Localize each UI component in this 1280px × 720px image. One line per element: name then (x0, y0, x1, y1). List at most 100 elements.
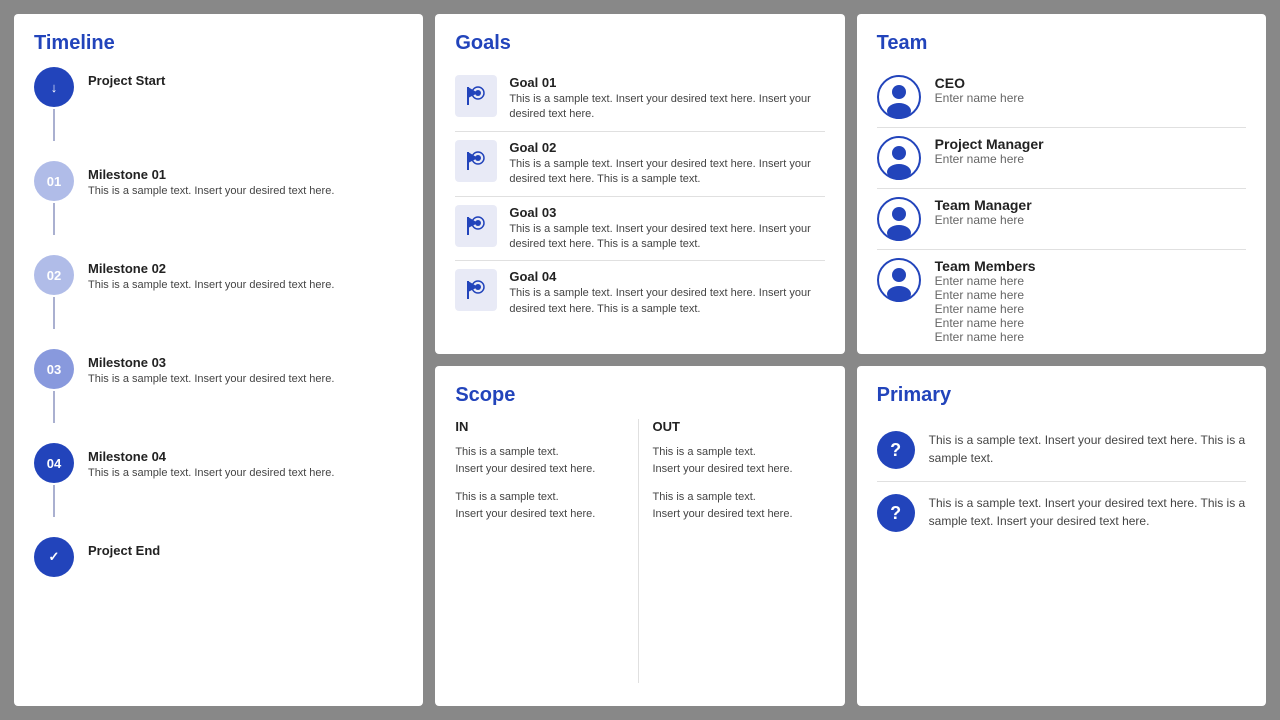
team-avatar-0 (877, 75, 921, 119)
team-info-1: Project Manager Enter name here (935, 136, 1246, 166)
timeline-milestone-desc-1: This is a sample text. Insert your desir… (88, 184, 334, 199)
timeline-connector-4: 04 (34, 443, 74, 519)
scope-in-item-0: This is a sample text.Insert your desire… (455, 444, 627, 477)
goals-title: Goals (455, 32, 824, 55)
scope-out-heading: OUT (653, 419, 825, 434)
team-avatar-3 (877, 258, 921, 302)
goal-desc-02: This is a sample text. Insert your desir… (509, 157, 824, 188)
primary-title: Primary (877, 384, 1246, 407)
team-role-1: Project Manager (935, 136, 1246, 152)
team-name: Enter name here (935, 330, 1246, 344)
primary-item-0: ? This is a sample text. Insert your des… (877, 419, 1246, 482)
timeline-item-4: 04 Milestone 04 This is a sample text. I… (34, 443, 403, 519)
goal-text-03: Goal 03 This is a sample text. Insert yo… (509, 205, 824, 253)
goals-card: Goals Goal 01 This is a sample text. Ins… (435, 14, 844, 354)
timeline-circle-0: ↓ (34, 67, 74, 107)
timeline-milestone-title-0: Project Start (88, 73, 165, 88)
goal-icon-03 (455, 205, 497, 247)
timeline-text-3: Milestone 03 This is a sample text. Inse… (88, 349, 334, 387)
scope-in-col: IN This is a sample text.Insert your des… (455, 419, 637, 683)
timeline-line-4 (53, 485, 55, 517)
scope-out-item-0: This is a sample text.Insert your desire… (653, 444, 825, 477)
timeline-connector-0: ↓ (34, 67, 74, 143)
primary-icon-0: ? (877, 431, 915, 469)
timeline-milestone-title-5: Project End (88, 543, 160, 558)
timeline-circle-1: 01 (34, 161, 74, 201)
scope-out-col: OUT This is a sample text.Insert your de… (638, 419, 825, 683)
team-info-2: Team Manager Enter name here (935, 197, 1246, 227)
scope-out-item-1: This is a sample text.Insert your desire… (653, 489, 825, 522)
timeline-milestone-desc-2: This is a sample text. Insert your desir… (88, 278, 334, 293)
primary-list: ? This is a sample text. Insert your des… (877, 419, 1246, 544)
team-names-3: Enter name hereEnter name hereEnter name… (935, 274, 1246, 344)
timeline-item-5: ✓ Project End (34, 537, 403, 577)
scope-in-item-1: This is a sample text.Insert your desire… (455, 489, 627, 522)
timeline-card: Timeline ↓ Project Start 01 Milestone 01… (14, 14, 423, 706)
timeline-title: Timeline (34, 32, 403, 55)
goal-icon-02 (455, 140, 497, 182)
timeline-connector-3: 03 (34, 349, 74, 425)
team-name: Enter name here (935, 274, 1246, 288)
main-grid: Goals Goal 01 This is a sample text. Ins… (14, 14, 1266, 706)
goal-icon-04 (455, 269, 497, 311)
goal-item-03: Goal 03 This is a sample text. Insert yo… (455, 197, 824, 262)
team-role-2: Team Manager (935, 197, 1246, 213)
goal-text-04: Goal 04 This is a sample text. Insert yo… (509, 269, 824, 317)
goal-item-04: Goal 04 This is a sample text. Insert yo… (455, 261, 824, 325)
goal-desc-03: This is a sample text. Insert your desir… (509, 222, 824, 253)
team-info-0: CEO Enter name here (935, 75, 1246, 105)
timeline-circle-4: 04 (34, 443, 74, 483)
timeline-text-4: Milestone 04 This is a sample text. Inse… (88, 443, 334, 481)
primary-card: Primary ? This is a sample text. Insert … (857, 366, 1266, 706)
team-item-1: Project Manager Enter name here (877, 128, 1246, 189)
goal-item-01: Goal 01 This is a sample text. Insert yo… (455, 67, 824, 132)
timeline-item-0: ↓ Project Start (34, 67, 403, 143)
goal-desc-01: This is a sample text. Insert your desir… (509, 92, 824, 123)
goal-text-02: Goal 02 This is a sample text. Insert yo… (509, 140, 824, 188)
timeline-line-2 (53, 297, 55, 329)
team-name: Enter name here (935, 316, 1246, 330)
timeline-milestone-title-4: Milestone 04 (88, 449, 334, 464)
team-item-0: CEO Enter name here (877, 67, 1246, 128)
timeline-text-2: Milestone 02 This is a sample text. Inse… (88, 255, 334, 293)
scope-title: Scope (455, 384, 824, 407)
primary-desc-0: This is a sample text. Insert your desir… (929, 431, 1246, 467)
team-name-1: Enter name here (935, 152, 1246, 166)
timeline-circle-3: 03 (34, 349, 74, 389)
timeline-milestone-desc-3: This is a sample text. Insert your desir… (88, 372, 334, 387)
timeline-circle-5: ✓ (34, 537, 74, 577)
primary-item-1: ? This is a sample text. Insert your des… (877, 482, 1246, 544)
timeline-item-1: 01 Milestone 01 This is a sample text. I… (34, 161, 403, 237)
team-card: Team CEO Enter name here Project Manager… (857, 14, 1266, 354)
primary-desc-1: This is a sample text. Insert your desir… (929, 494, 1246, 530)
goal-desc-04: This is a sample text. Insert your desir… (509, 286, 824, 317)
timeline-item-2: 02 Milestone 02 This is a sample text. I… (34, 255, 403, 331)
team-name: Enter name here (935, 302, 1246, 316)
team-title: Team (877, 32, 1246, 55)
primary-icon-1: ? (877, 494, 915, 532)
team-name: Enter name here (935, 288, 1246, 302)
team-name-2: Enter name here (935, 213, 1246, 227)
team-list: CEO Enter name here Project Manager Ente… (877, 67, 1246, 352)
scope-in-heading: IN (455, 419, 627, 434)
goals-list: Goal 01 This is a sample text. Insert yo… (455, 67, 824, 325)
timeline-circle-2: 02 (34, 255, 74, 295)
timeline-milestone-title-2: Milestone 02 (88, 261, 334, 276)
scope-card: Scope IN This is a sample text.Insert yo… (435, 366, 844, 706)
team-role-3: Team Members (935, 258, 1246, 274)
team-item-2: Team Manager Enter name here (877, 189, 1246, 250)
timeline-line-1 (53, 203, 55, 235)
timeline-item-3: 03 Milestone 03 This is a sample text. I… (34, 349, 403, 425)
team-avatar-2 (877, 197, 921, 241)
goal-title-01: Goal 01 (509, 75, 824, 90)
timeline-text-5: Project End (88, 537, 160, 560)
timeline-line-3 (53, 391, 55, 423)
goal-title-04: Goal 04 (509, 269, 824, 284)
team-info-3: Team Members Enter name hereEnter name h… (935, 258, 1246, 344)
timeline-connector-1: 01 (34, 161, 74, 237)
team-role-0: CEO (935, 75, 1246, 91)
timeline-list: ↓ Project Start 01 Milestone 01 This is … (34, 67, 403, 577)
timeline-text-0: Project Start (88, 67, 165, 90)
goal-title-02: Goal 02 (509, 140, 824, 155)
timeline-connector-2: 02 (34, 255, 74, 331)
